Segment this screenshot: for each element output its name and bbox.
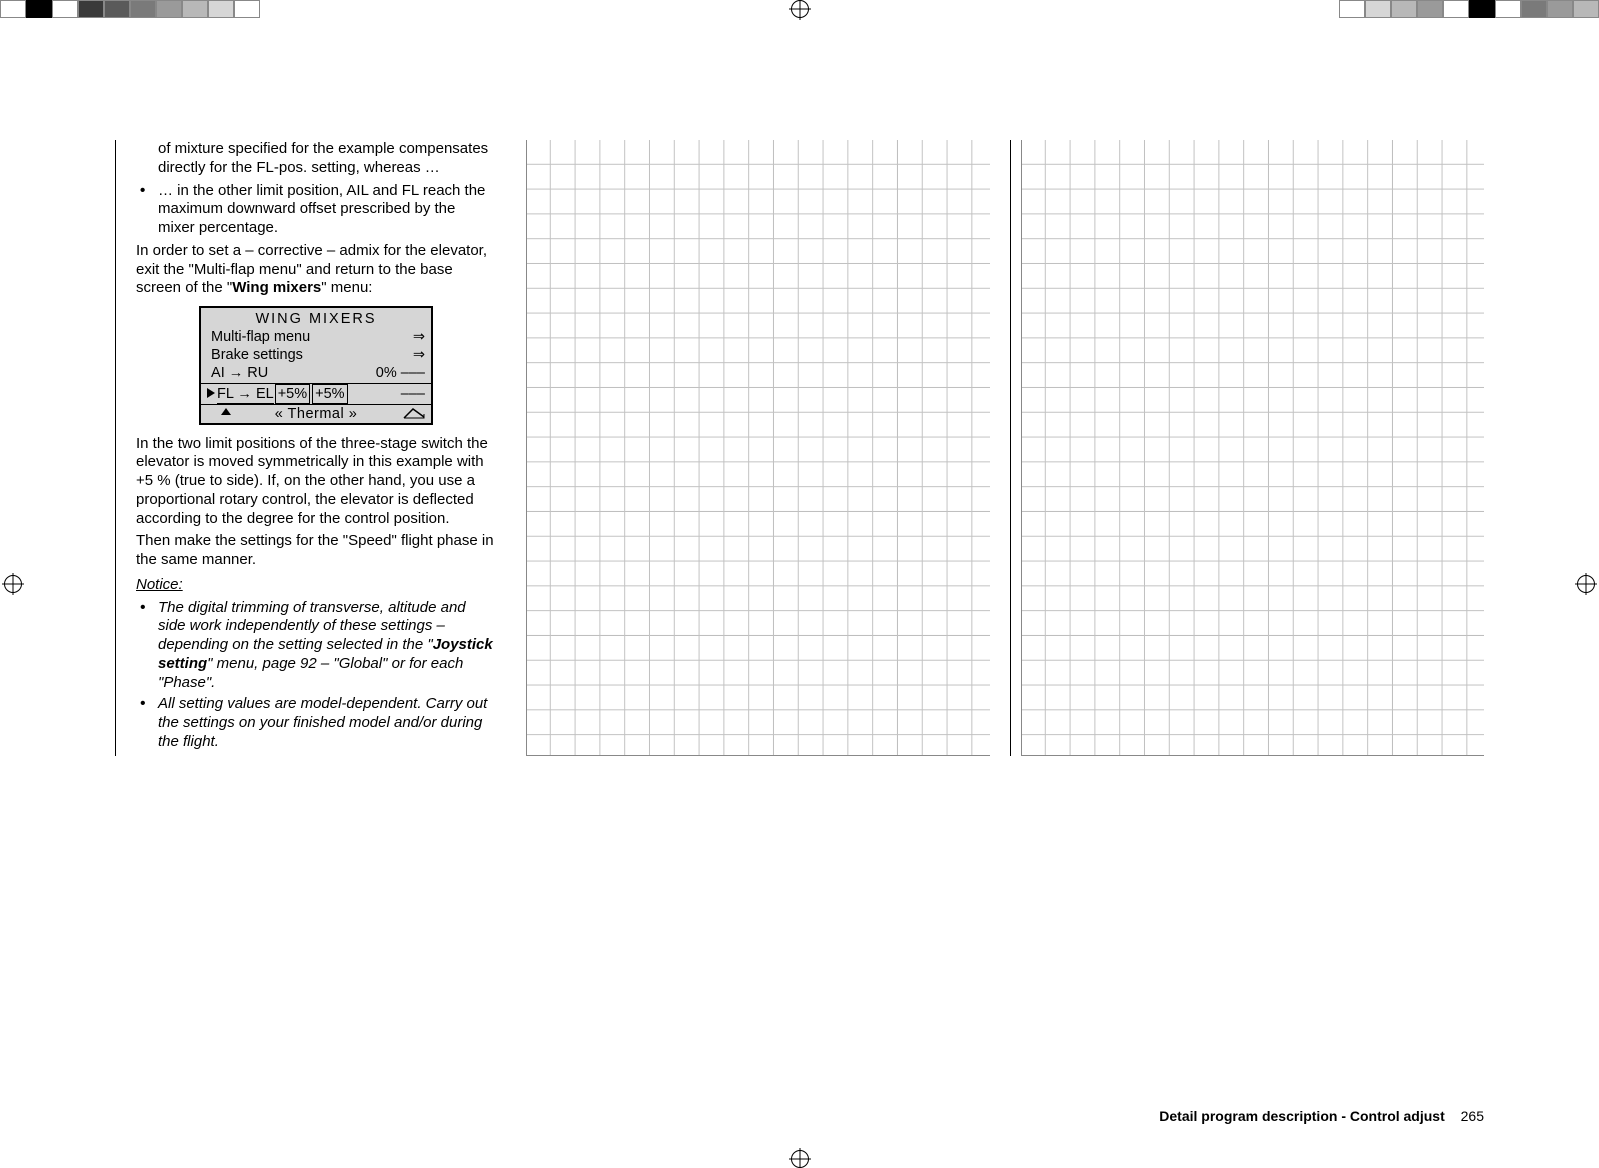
footer-title: Detail program description - Control adj…	[1159, 1108, 1444, 1124]
lcd-sel-v1: +5%	[275, 384, 310, 404]
text-column: of mixture specified for the example com…	[136, 140, 496, 756]
lcd-row-brake: Brake settings ⇒	[201, 346, 431, 364]
reg-mark-bottom	[789, 1148, 811, 1168]
intro-continuation: of mixture specified for the example com…	[136, 140, 496, 178]
lcd-title: WING MIXERS	[201, 310, 431, 328]
grid-panes	[526, 140, 1484, 756]
intro-para-2: In order to set a – corrective – admix f…	[136, 242, 496, 298]
lcd-row-ai-ru: AI → RU 0% –––	[201, 364, 431, 383]
notice-heading: Notice:	[136, 576, 496, 595]
intro-bullet-1: … in the other limit position, AIL and F…	[136, 182, 496, 238]
curve-icon	[403, 407, 425, 419]
lcd-phase-name: « Thermal »	[201, 405, 431, 423]
lcd-row-pointer-icon	[207, 388, 215, 398]
after-p2: Then make the settings for the "Speed" f…	[136, 532, 496, 570]
color-swatches-left	[0, 0, 260, 18]
grid-pane-1	[526, 140, 990, 756]
page-body: of mixture specified for the example com…	[0, 40, 1599, 1128]
intro-bullets: … in the other limit position, AIL and F…	[136, 182, 496, 238]
lcd-row-fl-el: FL → EL +5% +5% –––	[201, 384, 431, 405]
notice-item-1: The digital trimming of transverse, alti…	[136, 599, 496, 693]
notice-item-2: All setting values are model-dependent. …	[136, 695, 496, 751]
grid-pane-2	[1010, 140, 1485, 756]
page-footer: Detail program description - Control adj…	[1159, 1108, 1484, 1124]
footer-page-number: 265	[1461, 1108, 1484, 1124]
lcd-statusbar: « Thermal »	[201, 405, 431, 423]
lcd-sel-v2: +5%	[312, 384, 347, 404]
color-swatches-right	[1339, 0, 1599, 18]
reg-mark-top	[789, 0, 811, 20]
lcd-wing-mixers: WING MIXERS Multi-flap menu ⇒ Brake sett…	[199, 306, 433, 425]
lcd-row-multiflap: Multi-flap menu ⇒	[201, 328, 431, 346]
notice-list: The digital trimming of transverse, alti…	[136, 599, 496, 752]
after-p1: In the two limit positions of the three-…	[136, 435, 496, 529]
